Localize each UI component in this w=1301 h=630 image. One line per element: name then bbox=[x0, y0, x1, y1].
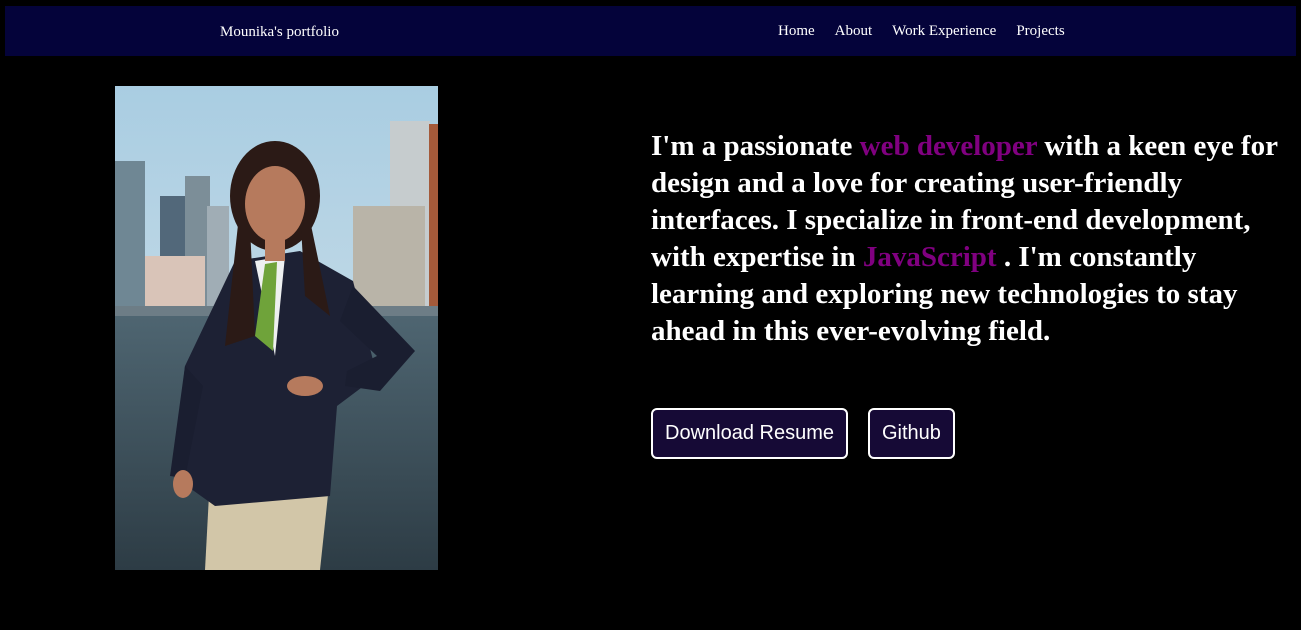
intro-text: I'm a passionate web developer with a ke… bbox=[651, 128, 1301, 350]
navbar: Mounika's portfolio Home About Work Expe… bbox=[5, 6, 1296, 56]
profile-photo bbox=[115, 86, 438, 570]
nav-link-about[interactable]: About bbox=[835, 22, 873, 40]
nav-link-home[interactable]: Home bbox=[778, 22, 815, 40]
brand-link[interactable]: Mounika's portfolio bbox=[220, 23, 339, 41]
github-button[interactable]: Github bbox=[867, 408, 955, 459]
highlight-javascript: JavaScript bbox=[862, 241, 997, 273]
download-resume-button[interactable]: Download Resume bbox=[651, 408, 848, 459]
highlight-web-developer: web developer bbox=[859, 130, 1038, 162]
nav-link-work-experience[interactable]: Work Experience bbox=[892, 22, 996, 40]
nav-link-projects[interactable]: Projects bbox=[1016, 22, 1064, 40]
nav-links: Home About Work Experience Projects bbox=[778, 22, 1065, 40]
intro-text-part-1: I'm a passionate bbox=[651, 130, 860, 162]
hero-actions: Download Resume Github bbox=[651, 408, 955, 459]
